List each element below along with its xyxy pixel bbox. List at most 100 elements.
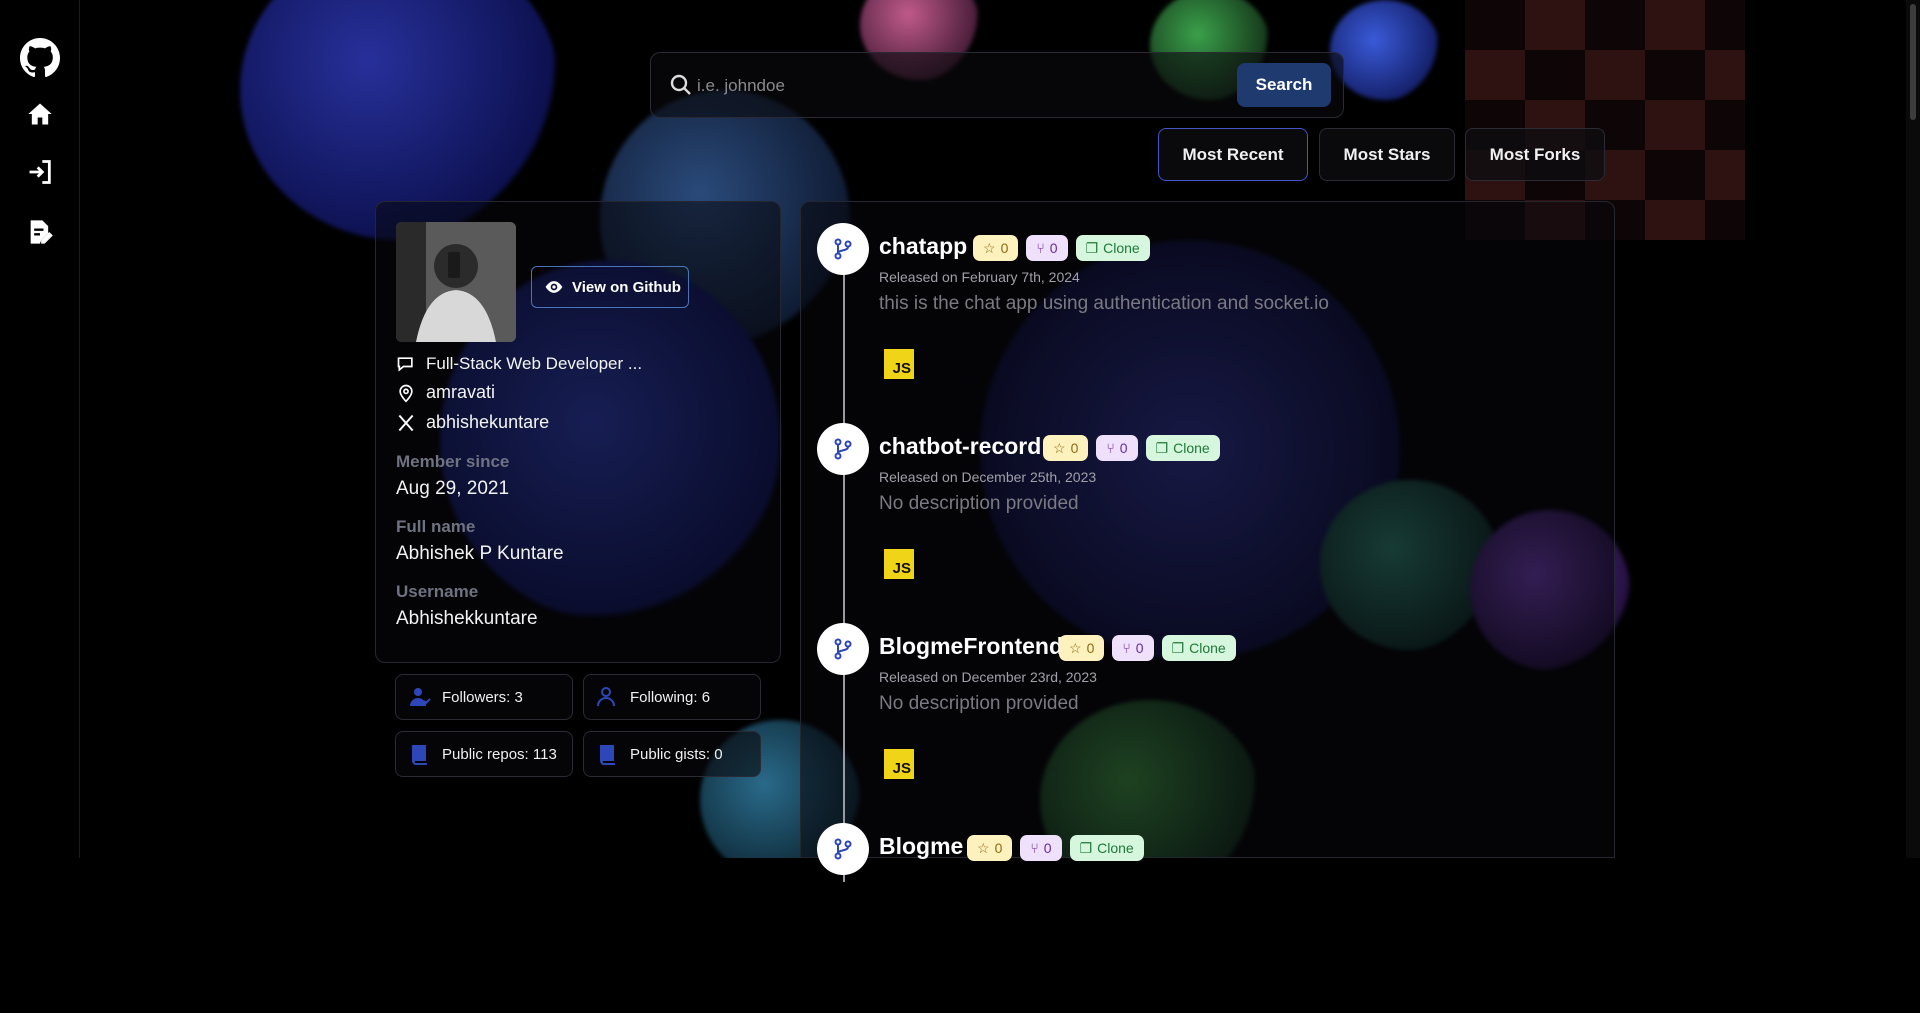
star-count: 0 xyxy=(1087,640,1095,656)
search-button[interactable]: Search xyxy=(1237,63,1331,107)
clone-label: Clone xyxy=(1097,840,1134,856)
view-on-github-label: View on Github xyxy=(572,279,681,296)
repo-description: No description provided xyxy=(879,493,1079,515)
twitter-line: abhishekuntare xyxy=(396,412,549,433)
git-branch-icon xyxy=(817,823,869,875)
github-icon[interactable] xyxy=(18,36,62,80)
repo-description: this is the chat app using authenticatio… xyxy=(879,293,1329,315)
release-date: Released on December 25th, 2023 xyxy=(879,469,1096,485)
star-count: 0 xyxy=(1071,440,1079,456)
location-line: amravati xyxy=(396,382,495,403)
scrollbar-thumb[interactable] xyxy=(1910,4,1916,120)
full-name-value: Abhishek P Kuntare xyxy=(396,543,564,565)
repo-badges: ☆0 ⑂0 ❐Clone xyxy=(967,835,1144,861)
clone-button[interactable]: ❐Clone xyxy=(1162,635,1236,661)
user-check-icon xyxy=(408,685,432,709)
repo-name[interactable]: chatapp xyxy=(879,233,967,260)
eye-icon xyxy=(544,277,564,297)
star-icon: ☆ xyxy=(1053,440,1066,457)
member-since-label: Member since xyxy=(396,452,509,472)
fork-count: 0 xyxy=(1120,440,1128,456)
release-date: Released on December 23rd, 2023 xyxy=(879,669,1097,685)
fork-badge[interactable]: ⑂0 xyxy=(1020,835,1061,861)
copy-icon: ❐ xyxy=(1172,640,1185,657)
clone-button[interactable]: ❐Clone xyxy=(1070,835,1144,861)
clone-button[interactable]: ❐Clone xyxy=(1076,235,1150,261)
sort-most-forks[interactable]: Most Forks xyxy=(1465,128,1605,181)
star-icon: ☆ xyxy=(977,840,990,857)
book-icon xyxy=(408,742,432,766)
fork-badge[interactable]: ⑂0 xyxy=(1026,235,1067,261)
username-label: Username xyxy=(396,582,478,602)
repo-item: chatapp ☆0 ⑂0 ❐Clone Released on Februar… xyxy=(817,223,1597,413)
full-name-label: Full name xyxy=(396,517,475,537)
public-gists-text: Public gists: 0 xyxy=(630,746,723,763)
star-badge[interactable]: ☆0 xyxy=(973,235,1018,261)
repo-name[interactable]: chatbot-record xyxy=(879,433,1041,460)
copy-icon: ❐ xyxy=(1086,240,1099,257)
javascript-language-icon: JS xyxy=(884,349,914,379)
repo-list: chatapp ☆0 ⑂0 ❐Clone Released on Februar… xyxy=(800,201,1615,858)
public-gists-stat: Public gists: 0 xyxy=(583,731,761,777)
following-text: Following: 6 xyxy=(630,689,710,706)
star-icon: ☆ xyxy=(1069,640,1082,657)
public-repos-text: Public repos: 113 xyxy=(442,746,557,763)
twitter-handle: abhishekuntare xyxy=(426,412,549,433)
fork-icon: ⑂ xyxy=(1106,440,1114,456)
bio-text: Full-Stack Web Developer ... xyxy=(426,354,642,374)
repo-name[interactable]: Blogme xyxy=(879,833,963,860)
star-badge[interactable]: ☆0 xyxy=(1059,635,1104,661)
search-bar: Search xyxy=(650,52,1344,118)
git-branch-icon xyxy=(817,423,869,475)
sign-up-icon[interactable] xyxy=(18,210,62,254)
public-repos-stat: Public repos: 113 xyxy=(395,731,573,777)
sort-most-recent[interactable]: Most Recent xyxy=(1158,128,1308,181)
fork-badge[interactable]: ⑂0 xyxy=(1096,435,1137,461)
copy-icon: ❐ xyxy=(1080,840,1093,857)
copy-icon: ❐ xyxy=(1156,440,1169,457)
fork-count: 0 xyxy=(1050,240,1058,256)
fork-icon: ⑂ xyxy=(1036,240,1044,256)
star-count: 0 xyxy=(995,840,1003,856)
repo-badges: ☆0 ⑂0 ❐Clone xyxy=(1043,435,1220,461)
followers-stat: Followers: 3 xyxy=(395,674,573,720)
repo-badges: ☆0 ⑂0 ❐Clone xyxy=(973,235,1150,261)
git-branch-icon xyxy=(817,623,869,675)
view-on-github-button[interactable]: View on Github xyxy=(531,266,689,308)
repo-item: chatbot-record ☆0 ⑂0 ❐Clone Released on … xyxy=(817,423,1597,613)
location-pin-icon xyxy=(396,383,416,403)
fork-icon: ⑂ xyxy=(1030,840,1038,856)
x-twitter-icon xyxy=(396,413,416,433)
repo-item: BlogmeFrontend ☆0 ⑂0 ❐Clone Released on … xyxy=(817,623,1597,813)
star-icon: ☆ xyxy=(983,240,996,257)
speech-bubble-icon xyxy=(396,354,416,374)
repo-name[interactable]: BlogmeFrontend xyxy=(879,633,1063,660)
fork-icon: ⑂ xyxy=(1122,640,1130,656)
clone-label: Clone xyxy=(1189,640,1226,656)
star-badge[interactable]: ☆0 xyxy=(1043,435,1088,461)
sort-most-stars[interactable]: Most Stars xyxy=(1319,128,1455,181)
star-count: 0 xyxy=(1001,240,1009,256)
user-outline-icon xyxy=(596,685,620,709)
following-stat: Following: 6 xyxy=(583,674,761,720)
clone-button[interactable]: ❐Clone xyxy=(1146,435,1220,461)
book-icon xyxy=(596,742,620,766)
home-icon[interactable] xyxy=(18,92,62,136)
login-icon[interactable] xyxy=(18,150,62,194)
clone-label: Clone xyxy=(1173,440,1210,456)
javascript-language-icon: JS xyxy=(884,749,914,779)
followers-text: Followers: 3 xyxy=(442,689,523,706)
repo-badges: ☆0 ⑂0 ❐Clone xyxy=(1059,635,1236,661)
username-value: Abhishekkuntare xyxy=(396,608,538,630)
page-scrollbar[interactable] xyxy=(1906,0,1920,858)
bio-line: Full-Stack Web Developer ... xyxy=(396,354,642,374)
search-input[interactable] xyxy=(695,69,1215,103)
fork-badge[interactable]: ⑂0 xyxy=(1112,635,1153,661)
search-icon xyxy=(669,73,693,102)
location-text: amravati xyxy=(426,382,495,403)
fork-count: 0 xyxy=(1044,840,1052,856)
star-badge[interactable]: ☆0 xyxy=(967,835,1012,861)
profile-card: View on Github Full-Stack Web Developer … xyxy=(375,201,781,663)
sidebar xyxy=(0,0,80,858)
repo-description: No description provided xyxy=(879,693,1079,715)
